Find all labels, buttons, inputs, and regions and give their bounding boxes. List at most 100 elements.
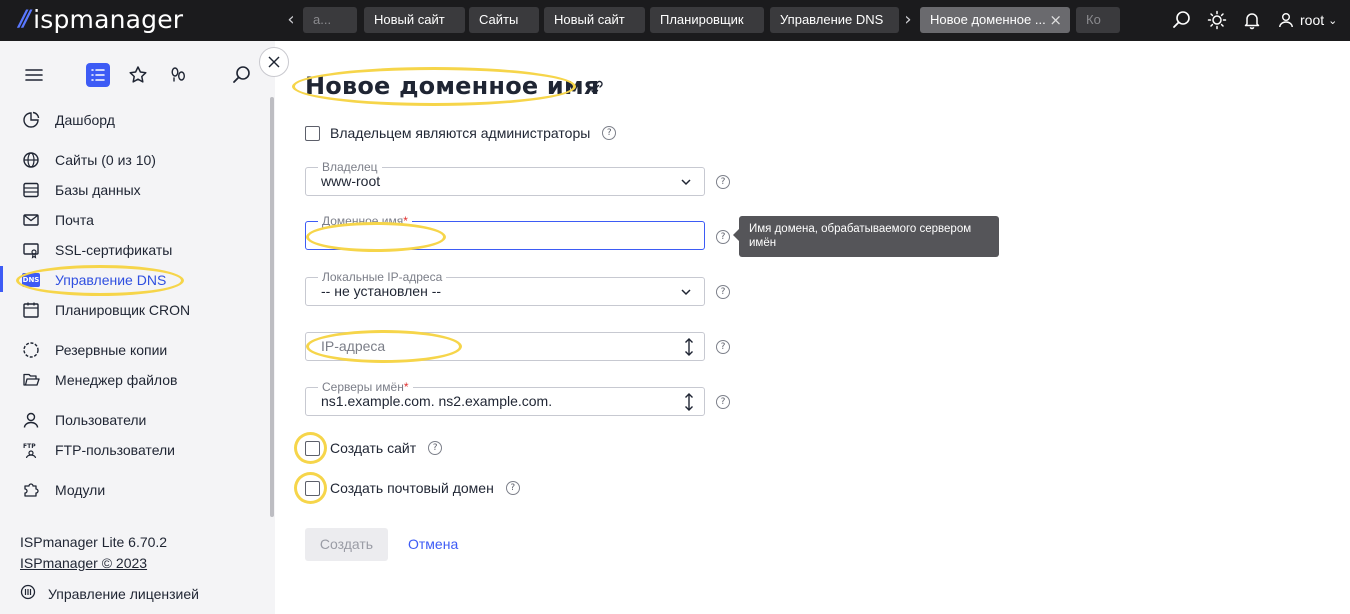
copy-link-icon[interactable] [588,78,606,96]
sidebar-item-backups[interactable]: Резервные копии [22,338,167,362]
page-title: Новое доменное имя [305,72,600,100]
create-button[interactable]: Создать [305,528,388,561]
tab-new-domain[interactable]: Новое доменное ... × [920,7,1070,33]
copyright-link[interactable]: ISPmanager © 2023 [20,555,147,571]
tab-scheduler[interactable]: Планировщик [650,7,764,33]
help-icon[interactable]: ? [716,340,730,354]
tab-new-domain-label: Новое доменное ... [930,12,1046,27]
help-icon[interactable]: ? [716,175,730,189]
sidebar-item-dashboard[interactable]: Дашборд [22,108,115,132]
tabs-next-arrow-icon[interactable]: › [898,7,918,33]
sidebar-item-modules[interactable]: Модули [22,478,105,502]
resize-vertical-icon[interactable] [683,337,695,357]
dns-icon: DNS [22,271,40,289]
close-icon [268,56,280,68]
top-bar: // ispmanager ‹ а... Новый сайт Сайты Но… [0,0,1350,41]
user-icon [22,411,40,429]
ip-addresses-input[interactable]: IP-адреса [305,332,705,361]
ftp-icon: FTP [22,441,40,459]
create-site-row: Создать сайт ? [305,440,443,456]
help-icon[interactable]: ? [505,481,520,495]
globe-icon [22,151,40,169]
dashboard-icon [22,111,40,129]
sidebar-search-icon[interactable] [230,63,254,87]
tabs-prev-arrow-icon[interactable]: ‹ [281,7,301,33]
admin-owner-row: Владельцем являются администраторы ? [305,125,617,141]
tab-dns-management[interactable]: Управление DNS [770,7,899,33]
resize-vertical-icon[interactable] [683,392,695,412]
sidebar-item-label: Резервные копии [55,342,168,358]
brand-name: ispmanager [33,4,184,34]
calendar-icon [22,301,40,319]
chevron-down-icon: ⌄ [1328,14,1338,27]
tab-sites[interactable]: Сайты [469,7,539,33]
sidebar-item-ftp-users[interactable]: FTP FTP-пользователи [22,438,175,462]
history-footsteps-icon[interactable] [166,63,190,87]
license-management-link[interactable]: Управление лицензией [20,584,199,603]
local-ip-value: -- не установлен -- [321,283,442,299]
local-ip-select[interactable]: Локальные IP-адреса -- не установлен -- [305,270,705,306]
create-mail-domain-checkbox[interactable] [305,480,320,496]
help-icon[interactable]: ? [716,395,730,409]
help-icon[interactable]: ? [428,441,443,455]
hamburger-menu-icon[interactable] [22,63,46,87]
owner-select[interactable]: Владелец www-root [305,160,705,196]
tab-new-site-1[interactable]: Новый сайт [364,7,465,33]
menu-list-view-icon[interactable] [86,63,110,87]
notifications-bell-icon[interactable] [1242,10,1262,30]
create-site-label: Создать сайт [330,440,417,456]
sidebar-item-file-manager[interactable]: Менеджер файлов [22,368,178,392]
help-icon[interactable]: ? [716,285,730,299]
nameservers-input[interactable]: Серверы имён* ns1.example.com. ns2.examp… [305,380,705,416]
certificate-icon [22,241,40,259]
user-menu[interactable]: root ⌄ [1278,10,1337,30]
sidebar-item-users[interactable]: Пользователи [22,408,146,432]
sidebar: Дашборд Сайты (0 из 10) Базы данных Почт… [0,41,275,614]
sidebar-item-label: Модули [55,482,106,498]
sidebar-item-dns[interactable]: DNS Управление DNS [22,268,166,292]
active-item-indicator [0,266,3,292]
username: root [1300,12,1325,28]
create-mail-domain-row: Создать почтовый домен ? [305,480,520,496]
sidebar-item-label: Пользователи [55,412,147,428]
sidebar-item-label: Планировщик CRON [55,302,191,318]
nameservers-value: ns1.example.com. ns2.example.com. [321,393,553,409]
favorites-star-icon[interactable] [126,63,150,87]
sidebar-item-label: Управление DNS [55,272,167,288]
tab-partial-left[interactable]: а... [303,7,357,33]
admin-owner-checkbox[interactable] [305,125,320,141]
tab-new-site-2[interactable]: Новый сайт [544,7,645,33]
help-icon[interactable]: ? [602,126,617,140]
sidebar-item-label: Базы данных [55,182,141,198]
tab-partial-right[interactable]: Ко [1076,7,1120,33]
dns-badge: DNS [22,273,40,287]
sidebar-scrollbar[interactable] [270,97,274,517]
sidebar-item-label: SSL-сертификаты [55,242,173,258]
sidebar-item-mail[interactable]: Почта [22,208,94,232]
user-icon [1279,13,1293,28]
create-mail-domain-label: Создать почтовый домен [330,480,494,496]
sidebar-item-databases[interactable]: Базы данных [22,178,141,202]
search-icon[interactable] [1172,10,1192,30]
help-icon[interactable]: ? [716,230,730,244]
puzzle-icon [22,481,40,499]
admin-owner-label: Владельцем являются администраторы [330,125,591,141]
theme-sun-icon[interactable] [1207,10,1227,30]
sidebar-item-label: Сайты (0 из 10) [55,152,156,168]
cancel-button[interactable]: Отмена [408,528,458,561]
backup-icon [22,341,40,359]
tab-close-icon[interactable]: × [1049,7,1062,33]
sidebar-item-cron[interactable]: Планировщик CRON [22,298,190,322]
brand-logo[interactable]: // ispmanager [19,4,183,34]
domain-name-input[interactable]: Доменное имя* [305,214,705,250]
logo-mark-icon: // [19,6,31,32]
mail-icon [22,211,40,229]
sidebar-item-ssl[interactable]: SSL-сертификаты [22,238,172,262]
svg-text:FTP: FTP [23,443,36,450]
sidebar-item-sites[interactable]: Сайты (0 из 10) [22,148,156,172]
close-form-button[interactable] [259,47,289,77]
sidebar-item-label: Почта [55,212,94,228]
create-site-checkbox[interactable] [305,440,320,456]
product-version: ISPmanager Lite 6.70.2 [20,534,168,550]
domain-name-legend: Доменное имя* [318,214,412,228]
